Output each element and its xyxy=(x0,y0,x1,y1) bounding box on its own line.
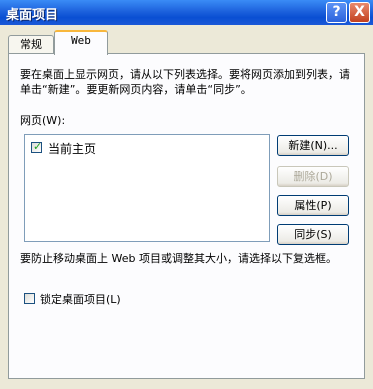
lock-items-checkbox[interactable] xyxy=(24,293,35,304)
window-title: 桌面项目 xyxy=(6,8,59,23)
new-button[interactable]: 新建(N)... xyxy=(277,135,349,156)
title-bar[interactable]: 桌面项目 ? X xyxy=(0,0,373,25)
web-pages-label: 网页(W): xyxy=(20,114,66,127)
close-button[interactable]: X xyxy=(349,2,370,23)
lock-items-label: 锁定桌面项目(L) xyxy=(40,293,121,306)
sync-button[interactable]: 同步(S) xyxy=(277,224,349,245)
tab-general[interactable]: 常规 xyxy=(8,35,54,54)
web-page-checkbox[interactable]: ✓ xyxy=(31,140,43,153)
web-page-label: 当前主页 xyxy=(48,142,97,156)
web-description: 要在桌面上显示网页，请从以下列表选择。要将网页添加到列表，请单击“新建”。要更新… xyxy=(20,68,350,96)
tab-web[interactable]: Web xyxy=(54,30,108,55)
delete-button[interactable]: 删除(D) xyxy=(277,166,349,187)
lock-notice: 要防止移动桌面上 Web 项目或调整其大小，请选择以下复选框。 xyxy=(20,252,337,265)
properties-button[interactable]: 属性(P) xyxy=(277,195,349,216)
help-button[interactable]: ? xyxy=(326,2,347,23)
check-icon: ✓ xyxy=(33,140,43,153)
web-pages-list[interactable]: ✓ 当前主页 xyxy=(24,134,270,242)
